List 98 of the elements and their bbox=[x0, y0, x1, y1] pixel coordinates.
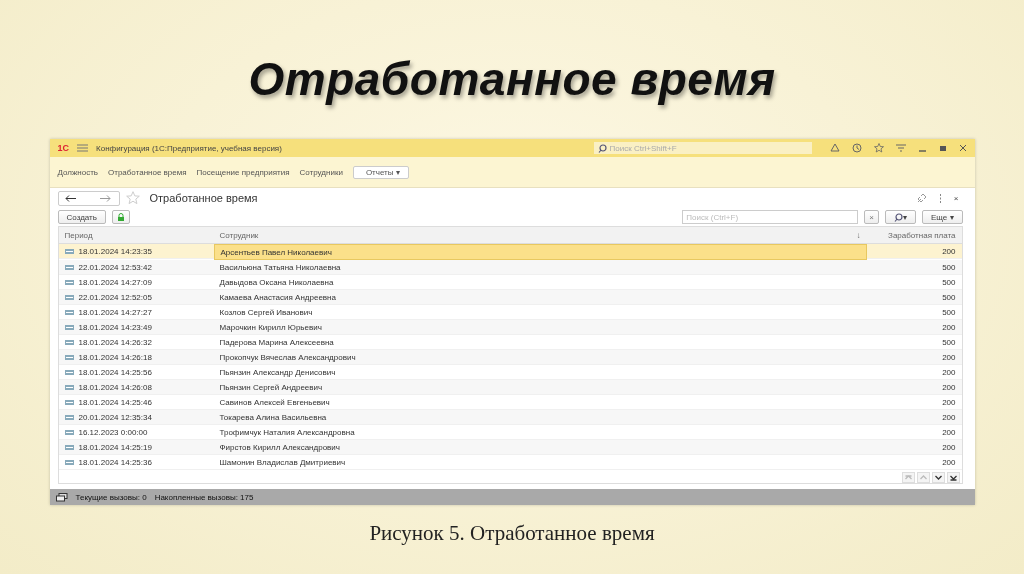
more-icon[interactable] bbox=[938, 193, 942, 203]
period-text: 22.01.2024 12:53:42 bbox=[78, 262, 152, 272]
form-title: Отработанное время bbox=[149, 192, 259, 204]
table-cell[interactable]: 18.01.2024 14:26:08 bbox=[58, 380, 214, 395]
period-text: 16.12.2023 0:00:00 bbox=[78, 427, 148, 437]
table-cell[interactable]: Васильюна Татьяна Николаевна bbox=[213, 260, 867, 275]
menu-icon[interactable] bbox=[77, 144, 88, 152]
scroll-down-icon[interactable] bbox=[931, 472, 945, 483]
table-cell[interactable]: 200 bbox=[866, 380, 962, 395]
clear-button[interactable]: × bbox=[864, 210, 879, 224]
table-cell[interactable]: 500 bbox=[866, 260, 962, 275]
windows-icon[interactable] bbox=[55, 492, 68, 502]
table-cell[interactable]: Фирстов Кирилл Александрович bbox=[213, 440, 867, 455]
document-icon bbox=[64, 459, 74, 465]
document-icon bbox=[64, 369, 74, 375]
restore-icon[interactable] bbox=[938, 144, 947, 152]
document-icon bbox=[64, 248, 74, 254]
period-text: 18.01.2024 14:27:27 bbox=[78, 307, 152, 317]
table-cell[interactable]: 500 bbox=[866, 290, 962, 305]
table-cell[interactable]: 18.01.2024 14:25:19 bbox=[58, 440, 214, 455]
link-icon[interactable] bbox=[916, 193, 927, 203]
search-button[interactable]: ▾ bbox=[885, 210, 916, 224]
document-icon bbox=[64, 444, 74, 450]
table-cell[interactable]: 22.01.2024 12:52:05 bbox=[58, 290, 214, 305]
period-text: 22.01.2024 12:52:05 bbox=[78, 292, 152, 302]
period-text: 18.01.2024 14:26:18 bbox=[78, 352, 152, 362]
search-icon bbox=[894, 212, 903, 222]
column-label: Заработная плата bbox=[887, 230, 956, 240]
table-cell[interactable]: Прокопчук Вячеслав Александрович bbox=[213, 350, 867, 365]
close-icon[interactable] bbox=[958, 144, 967, 152]
table-cell[interactable]: 18.01.2024 14:25:36 bbox=[58, 455, 214, 470]
reports-dropdown[interactable]: Отчеты ▾ bbox=[352, 165, 409, 179]
bell-icon[interactable] bbox=[829, 143, 840, 153]
period-text: 18.01.2024 14:26:32 bbox=[78, 337, 152, 347]
section-link[interactable]: Должность bbox=[57, 167, 98, 177]
period-text: 20.01.2024 12:35:34 bbox=[78, 412, 152, 422]
document-icon bbox=[64, 339, 74, 345]
period-text: 18.01.2024 14:27:09 bbox=[78, 277, 152, 287]
column-header[interactable]: Сотрудник ↓ bbox=[213, 227, 867, 244]
table-cell[interactable]: Пьянзин Сергей Андреевич bbox=[213, 380, 867, 395]
period-text: 18.01.2024 14:25:56 bbox=[78, 367, 152, 377]
table-cell[interactable]: 18.01.2024 14:23:35 bbox=[58, 244, 214, 259]
table-cell[interactable]: 200 bbox=[866, 455, 962, 470]
slide-title: Отработанное время bbox=[248, 52, 776, 107]
period-text: 18.01.2024 14:25:36 bbox=[78, 457, 152, 467]
period-text: 18.01.2024 14:25:46 bbox=[78, 397, 152, 407]
star-icon[interactable] bbox=[873, 143, 884, 153]
table-cell[interactable]: 18.01.2024 14:26:18 bbox=[58, 350, 214, 365]
period-text: 18.01.2024 14:23:49 bbox=[78, 322, 152, 332]
lock-icon bbox=[116, 213, 125, 221]
settings-icon[interactable] bbox=[895, 144, 906, 152]
lock-button[interactable] bbox=[111, 210, 130, 224]
document-icon bbox=[64, 309, 74, 315]
table-cell[interactable]: 200 bbox=[866, 320, 962, 335]
document-icon bbox=[64, 354, 74, 360]
column-header[interactable]: Заработная плата bbox=[866, 227, 962, 244]
document-icon bbox=[64, 399, 74, 405]
table-cell[interactable]: Токарева Алина Васильевна bbox=[213, 410, 867, 425]
period-text: 18.01.2024 14:25:19 bbox=[78, 442, 152, 452]
figure-caption: Рисунок 5. Отработанное время bbox=[369, 521, 655, 546]
document-icon bbox=[64, 429, 74, 435]
table-cell[interactable]: Шамонин Владислав Дмитриевич bbox=[213, 455, 867, 470]
scroll-first-icon[interactable] bbox=[901, 472, 915, 483]
document-icon bbox=[64, 384, 74, 390]
table-cell[interactable]: 200 bbox=[866, 350, 962, 365]
period-text: 18.01.2024 14:23:35 bbox=[78, 246, 152, 256]
scroll-last-icon[interactable] bbox=[946, 472, 960, 483]
table-cell[interactable]: 20.01.2024 12:35:34 bbox=[58, 410, 214, 425]
document-icon bbox=[64, 294, 74, 300]
more-button[interactable]: Еще ▾ bbox=[922, 210, 963, 224]
table-cell[interactable]: 18.01.2024 14:23:49 bbox=[58, 320, 214, 335]
history-icon[interactable] bbox=[851, 143, 862, 153]
period-text: 18.01.2024 14:26:08 bbox=[78, 382, 152, 392]
create-button[interactable]: Создать bbox=[57, 210, 106, 224]
sort-indicator: ↓ bbox=[856, 230, 861, 240]
table-cell[interactable]: 200 bbox=[866, 440, 962, 455]
window-title: Конфигурация (1С:Предприятие, учебная версия) bbox=[96, 143, 283, 153]
column-label: Сотрудник bbox=[219, 230, 260, 240]
column-header[interactable]: Период bbox=[58, 227, 214, 244]
document-icon bbox=[64, 414, 74, 420]
logo: 1С bbox=[57, 143, 69, 153]
status-text: Накопленные вызовы: 175 bbox=[154, 492, 254, 502]
table-cell[interactable]: 200 bbox=[866, 244, 962, 259]
close-button[interactable]: × bbox=[953, 193, 959, 203]
search-icon bbox=[597, 143, 607, 153]
table-cell[interactable]: 200 bbox=[866, 410, 962, 425]
document-icon bbox=[64, 264, 74, 270]
section-link[interactable]: Отработанное время bbox=[108, 167, 187, 177]
table-cell[interactable]: Камаева Анастасия Андреевна bbox=[213, 290, 867, 305]
table-cell[interactable]: Марочкин Кирилл Юрьевич bbox=[213, 320, 867, 335]
column-label: Период bbox=[64, 230, 94, 240]
document-icon bbox=[64, 324, 74, 330]
table-cell[interactable]: 22.01.2024 12:53:42 bbox=[58, 260, 214, 275]
section-link[interactable]: Сотрудники bbox=[299, 167, 343, 177]
document-icon bbox=[64, 279, 74, 285]
section-link[interactable]: Посещение предприятия bbox=[196, 167, 290, 177]
status-text: Текущие вызовы: 0 bbox=[75, 492, 147, 502]
table-cell[interactable]: Арсентьев Павел Николаевич bbox=[213, 244, 867, 260]
